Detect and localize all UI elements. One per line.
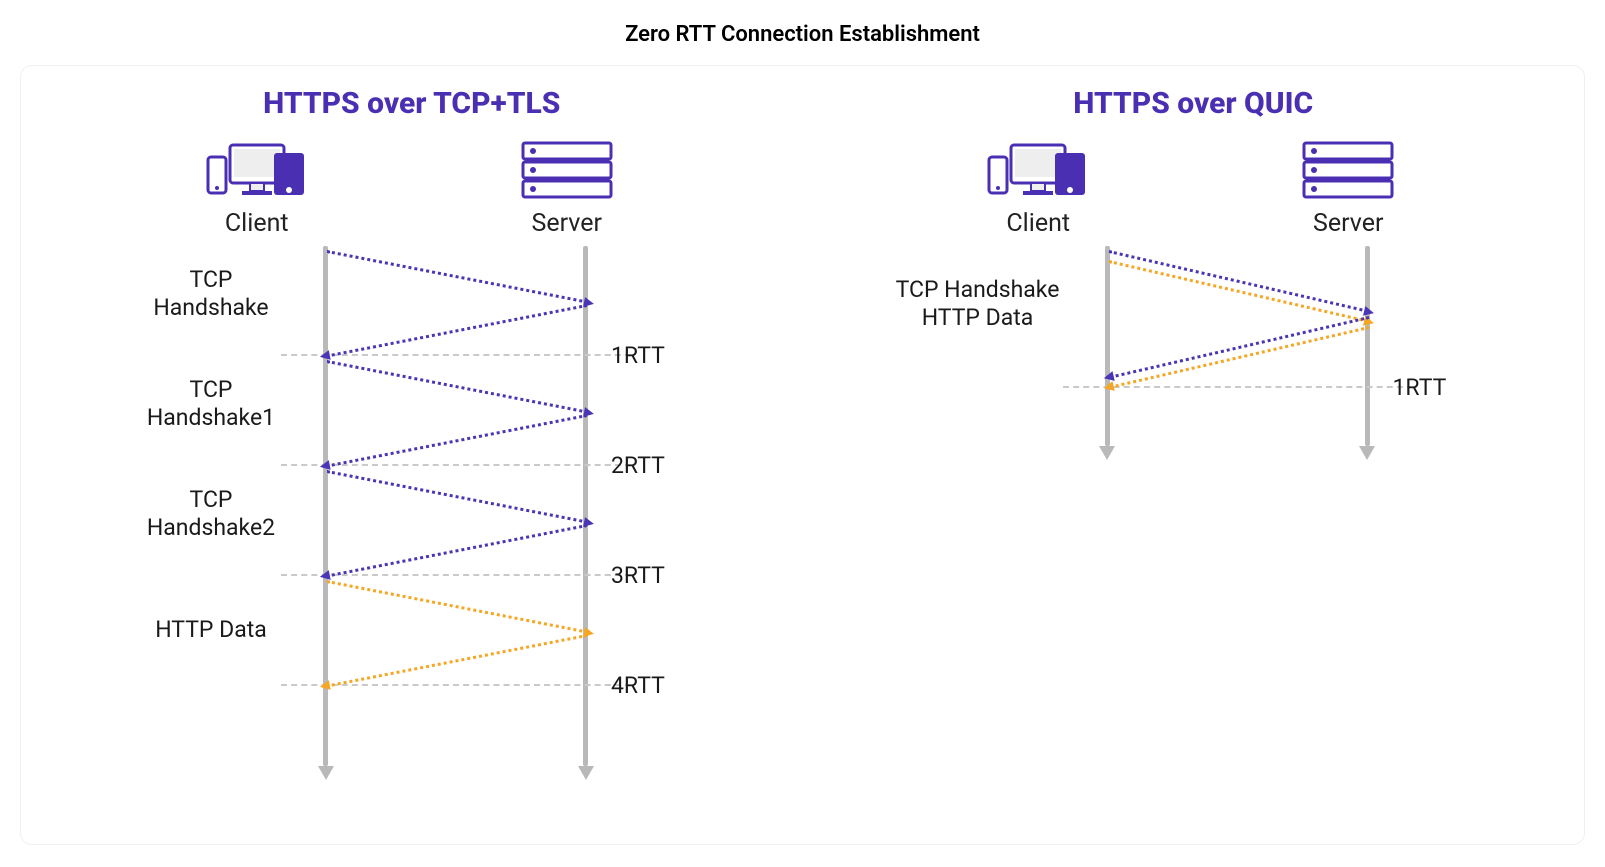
quic-phase-label: TCP HandshakeHTTP Data (873, 276, 1083, 331)
quic-heading: HTTPS over QUIC (803, 86, 1585, 121)
quic-msg-data-in (1109, 326, 1369, 389)
rtt1-label: 1RTT (611, 342, 665, 369)
msg-tls-hello-resp-1 (326, 414, 588, 468)
tcp-tls-column: HTTPS over TCP+TLS Client (21, 86, 803, 844)
quic-timeline: TCP HandshakeHTTP Data 1RTT (803, 246, 1585, 806)
devices-icon (983, 139, 1093, 201)
quic-rtt1-label: 1RTT (1393, 374, 1447, 401)
quic-column: HTTPS over QUIC Client (803, 86, 1585, 844)
quic-actors: Client Server (803, 139, 1585, 238)
server-icon (521, 139, 613, 201)
diagram-card: HTTPS over TCP+TLS Client (20, 65, 1585, 845)
server-icon (1302, 139, 1394, 201)
phase-http-data: HTTP Data (121, 616, 301, 644)
phase-tcp-handshake1: TCPHandshake1 (121, 376, 301, 431)
tcp-tls-server-actor: Server (497, 139, 637, 238)
rtt3-label: 3RTT (611, 562, 665, 589)
msg-http-resp (326, 634, 588, 688)
msg-tls-key-resp-1 (326, 524, 588, 578)
msg-http-req (327, 580, 589, 634)
quic-msg-handshake-in (1109, 316, 1369, 379)
page-title: Zero RTT Connection Establishment (0, 0, 1605, 65)
tcp-tls-server-lifeline (583, 246, 588, 766)
tcp-tls-actors: Client Server (21, 139, 803, 238)
msg-tcp-syn-1 (327, 250, 589, 304)
quic-server-actor: Server (1278, 139, 1418, 238)
quic-client-actor: Client (968, 139, 1108, 238)
tcp-tls-timeline: TCPHandshake TCPHandshake1 TCPHandshake2… (21, 246, 803, 806)
quic-server-lifeline (1365, 246, 1370, 446)
quic-msg-handshake-out (1108, 250, 1368, 313)
server-label: Server (1313, 209, 1383, 238)
msg-tls-hello-1 (327, 360, 589, 414)
phase-tcp-handshake2: TCPHandshake2 (121, 486, 301, 541)
rtt2-label: 2RTT (611, 452, 665, 479)
quic-msg-data-out (1108, 260, 1368, 323)
server-label: Server (532, 209, 602, 238)
tcp-tls-heading: HTTPS over TCP+TLS (21, 86, 803, 121)
devices-icon (202, 139, 312, 201)
client-label: Client (225, 209, 289, 238)
msg-tls-key-1 (327, 470, 589, 524)
msg-tcp-ack-1 (326, 304, 588, 358)
tcp-tls-client-actor: Client (187, 139, 327, 238)
client-label: Client (1006, 209, 1070, 238)
quic-client-lifeline (1105, 246, 1110, 446)
rtt4-label: 4RTT (611, 672, 665, 699)
phase-tcp-handshake: TCPHandshake (121, 266, 301, 321)
